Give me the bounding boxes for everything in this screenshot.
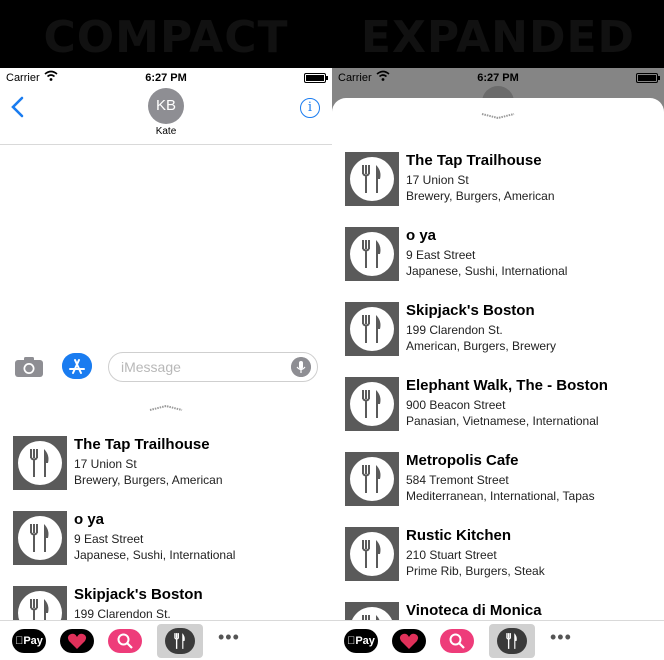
contact-avatar[interactable]: KB	[148, 88, 184, 124]
restaurant-name: Skipjack's Boston	[406, 302, 535, 319]
restaurant-address: 199 Clarendon St.	[406, 323, 503, 337]
compact-mode-label: COMPACT	[43, 12, 289, 63]
fork-knife-icon	[506, 633, 517, 649]
restaurant-name: o ya	[74, 511, 105, 528]
restaurant-name: Elephant Walk, The - Boston	[406, 377, 608, 394]
restaurant-item[interactable]: Elephant Walk, The - Boston 900 Beacon S…	[332, 377, 664, 452]
restaurant-thumbnail	[345, 452, 399, 506]
microphone-icon[interactable]	[291, 357, 311, 377]
restaurant-app-selected-frame[interactable]	[157, 624, 203, 658]
restaurant-thumbnail	[13, 436, 67, 490]
restaurant-address: 17 Union St	[406, 173, 469, 187]
status-time: 6:27 PM	[477, 72, 519, 84]
restaurant-tags: Japanese, Sushi, International	[74, 548, 236, 562]
imessage-placeholder: iMessage	[121, 359, 181, 375]
restaurant-app-selected-frame[interactable]	[489, 624, 535, 658]
restaurant-tags: Brewery, Burgers, American	[74, 473, 223, 487]
restaurant-tags: Panasian, Vietnamese, International	[406, 414, 599, 428]
restaurant-item[interactable]: The Tap Trailhouse 17 Union St Brewery, …	[0, 436, 332, 511]
digital-touch-app-button[interactable]	[60, 629, 94, 653]
restaurant-app-button[interactable]	[497, 628, 527, 654]
restaurant-name: o ya	[406, 227, 437, 244]
expand-grabber-icon[interactable]	[148, 404, 184, 412]
app-store-icon[interactable]	[62, 353, 92, 379]
apple-logo-icon: 	[347, 635, 355, 647]
restaurant-item[interactable]: Skipjack's Boston 199 Clarendon St. Amer…	[332, 302, 664, 377]
fork-knife-icon	[362, 165, 381, 193]
battery-icon	[304, 73, 328, 83]
status-bar: Carrier 6:27 PM	[332, 68, 664, 88]
restaurant-name: Metropolis Cafe	[406, 452, 519, 469]
camera-icon[interactable]	[14, 356, 44, 378]
restaurant-address: 9 East Street	[74, 532, 144, 546]
image-search-app-button[interactable]	[108, 629, 142, 653]
restaurant-name: Rustic Kitchen	[406, 527, 512, 544]
digital-touch-app-button[interactable]	[392, 629, 426, 653]
fork-knife-icon	[30, 449, 49, 477]
restaurant-address: 17 Union St	[74, 457, 137, 471]
restaurant-item[interactable]: o ya 9 East Street Japanese, Sushi, Inte…	[332, 227, 664, 302]
fork-knife-icon	[362, 540, 381, 568]
magnifier-icon	[449, 633, 465, 649]
fork-knife-icon	[362, 240, 381, 268]
fork-knife-icon	[30, 524, 49, 552]
imessage-input[interactable]: iMessage	[108, 352, 318, 382]
image-search-app-button[interactable]	[440, 629, 474, 653]
restaurant-address: 199 Clarendon St.	[74, 607, 171, 621]
app-drawer: Pay •••	[0, 620, 332, 660]
status-bar: Carrier 6:27 PM	[0, 68, 332, 88]
restaurant-thumbnail	[345, 302, 399, 356]
contact-name[interactable]: Kate	[0, 126, 332, 137]
composer-row: iMessage	[0, 352, 332, 384]
restaurant-name: The Tap Trailhouse	[406, 152, 542, 169]
app-drawer: Pay •••	[332, 620, 664, 660]
collapse-grabber-icon[interactable]	[480, 112, 516, 120]
heart-icon	[67, 633, 87, 649]
restaurant-address: 900 Beacon Street	[406, 398, 506, 412]
restaurant-tags: Brewery, Burgers, American	[406, 189, 555, 203]
heart-icon	[399, 633, 419, 649]
restaurant-thumbnail	[345, 377, 399, 431]
restaurant-item[interactable]: o ya 9 East Street Japanese, Sushi, Inte…	[0, 511, 332, 586]
fork-knife-icon	[362, 465, 381, 493]
restaurant-name: Skipjack's Boston	[74, 586, 203, 603]
expanded-mode-label: EXPANDED	[360, 12, 636, 63]
nav-divider	[0, 144, 332, 145]
fork-knife-icon	[174, 633, 185, 649]
more-apps-button[interactable]: •••	[550, 627, 572, 648]
more-apps-button[interactable]: •••	[218, 627, 240, 648]
restaurant-thumbnail	[345, 227, 399, 281]
fork-knife-icon	[362, 315, 381, 343]
apple-pay-label: Pay	[19, 635, 43, 647]
status-time: 6:27 PM	[145, 72, 187, 84]
restaurant-item[interactable]: Rustic Kitchen 210 Stuart Street Prime R…	[332, 527, 664, 602]
restaurant-tags: Japanese, Sushi, International	[406, 264, 568, 278]
expanded-sheet: The Tap Trailhouse 17 Union St Brewery, …	[332, 98, 664, 656]
apple-pay-app-button[interactable]: Pay	[344, 629, 378, 653]
restaurant-address: 584 Tremont Street	[406, 473, 509, 487]
restaurant-thumbnail	[13, 511, 67, 565]
restaurant-thumbnail	[345, 527, 399, 581]
battery-icon	[636, 73, 660, 83]
restaurant-thumbnail	[345, 152, 399, 206]
apple-pay-app-button[interactable]: Pay	[12, 629, 46, 653]
restaurant-tags: American, Burgers, Brewery	[406, 339, 557, 353]
restaurant-address: 210 Stuart Street	[406, 548, 497, 562]
restaurant-item[interactable]: Metropolis Cafe 584 Tremont Street Medit…	[332, 452, 664, 527]
restaurant-name: The Tap Trailhouse	[74, 436, 210, 453]
info-button[interactable]: i	[300, 98, 320, 118]
apple-pay-label: Pay	[351, 635, 375, 647]
apple-logo-icon: 	[15, 635, 23, 647]
restaurant-address: 9 East Street	[406, 248, 476, 262]
fork-knife-icon	[362, 390, 381, 418]
restaurant-item[interactable]: The Tap Trailhouse 17 Union St Brewery, …	[332, 152, 664, 227]
restaurant-app-button[interactable]	[165, 628, 195, 654]
back-chevron-icon[interactable]	[8, 94, 28, 120]
restaurant-name: Vinoteca di Monica	[406, 602, 542, 619]
compact-panel: Carrier 6:27 PM KB Kate i iMessage The T…	[0, 68, 332, 660]
restaurant-tags: Prime Rib, Burgers, Steak	[406, 564, 545, 578]
restaurant-tags: Mediterranean, International, Tapas	[406, 489, 595, 503]
expanded-panel: Carrier 6:27 PM The Tap Trailhouse 17 Un…	[332, 68, 664, 660]
magnifier-icon	[117, 633, 133, 649]
